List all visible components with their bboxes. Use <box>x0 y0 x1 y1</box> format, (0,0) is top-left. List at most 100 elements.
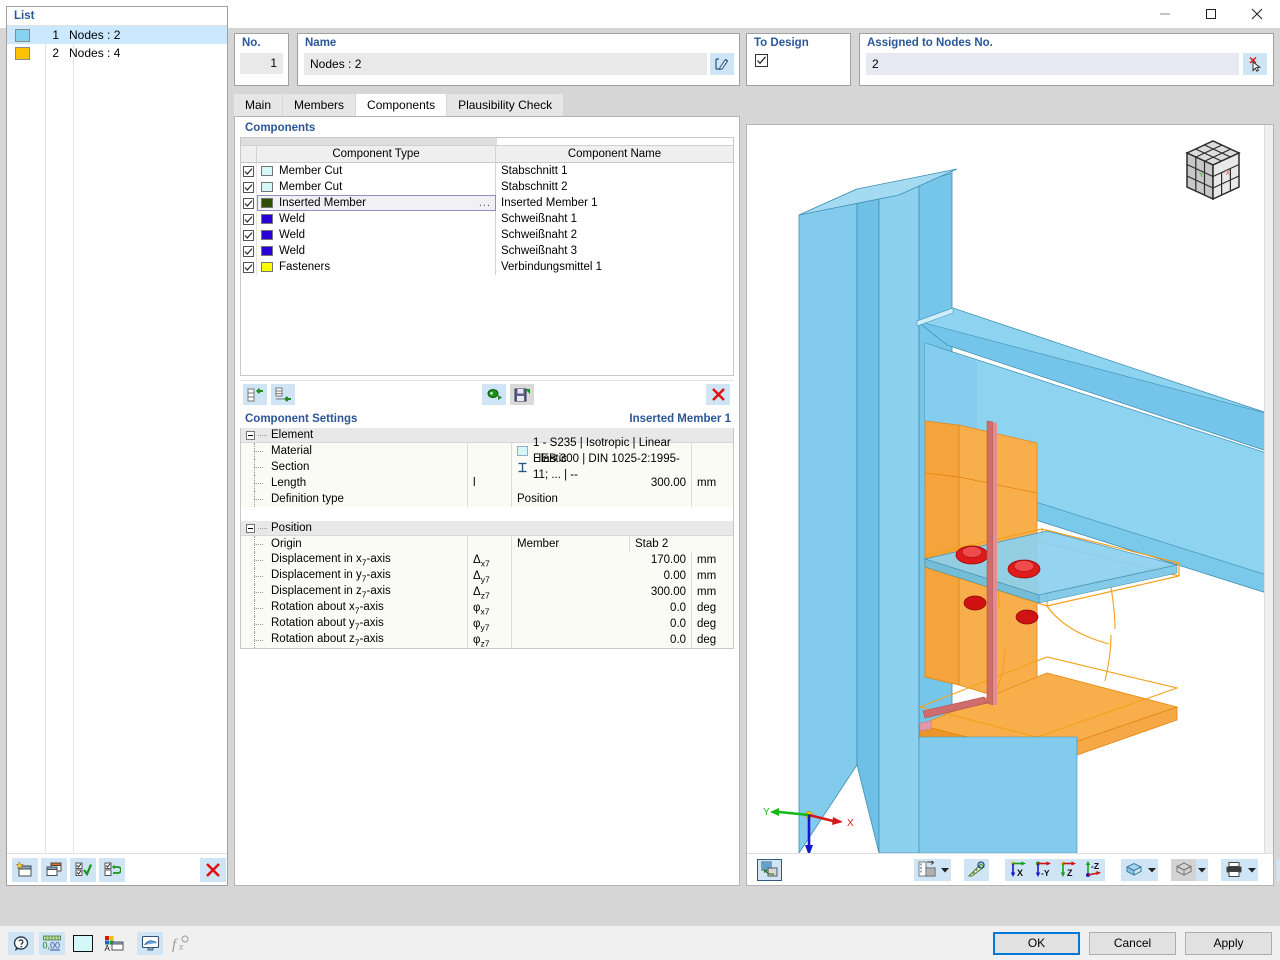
view-axis-z-icon[interactable]: Z <box>1055 858 1080 881</box>
insert-component-button[interactable] <box>243 384 267 405</box>
setting-value[interactable]: HEB 300 | DIN 1025-2:1995-11; ... | -- <box>512 453 691 481</box>
component-color-swatch <box>261 182 273 192</box>
tab-main[interactable]: Main <box>234 94 283 116</box>
tab-members[interactable]: Members <box>283 94 356 116</box>
setting-row-rotation-z[interactable]: Rotation about z7-axis φz7 0.0 deg <box>241 632 733 648</box>
table-row[interactable]: Member Cut Stabschnitt 1 <box>241 163 733 179</box>
display-properties-button[interactable] <box>914 858 939 881</box>
new-joint-button[interactable] <box>12 857 38 882</box>
settings-group-label: Element <box>271 429 314 441</box>
table-row[interactable]: Member Cut Stabschnitt 2 <box>241 179 733 195</box>
view-axis-minus-z-icon[interactable]: -Z <box>1080 858 1105 881</box>
setting-row-rotation-y[interactable]: Rotation about y7-axis φy7 0.0 deg <box>241 616 733 632</box>
select-all-button[interactable] <box>70 857 96 882</box>
table-row[interactable]: Weld Schweißnaht 2 <box>241 227 733 243</box>
pick-cursor-icon[interactable] <box>1243 53 1267 75</box>
table-row[interactable]: Weld Schweißnaht 3 <box>241 243 733 259</box>
table-row-selected[interactable]: Inserted Member... Inserted Member 1 <box>241 195 733 211</box>
solid-shading-icon[interactable] <box>1121 858 1146 881</box>
components-toolbar <box>240 380 734 405</box>
column-header-component-name[interactable]: Component Name <box>496 146 733 162</box>
tab-bar: Main Members Components Plausibility Che… <box>234 94 564 116</box>
row-component-name: Stabschnitt 1 <box>501 165 568 177</box>
row-checkbox[interactable] <box>241 227 257 243</box>
apply-button[interactable]: Apply <box>1185 931 1272 955</box>
setting-row-rotation-x[interactable]: Rotation about x7-axis φx7 0.0 deg <box>241 600 733 616</box>
wireframe-cube-icon[interactable] <box>1171 858 1196 881</box>
row-checkbox[interactable] <box>241 163 257 179</box>
delete-component-button[interactable] <box>706 384 730 405</box>
import-component-button[interactable] <box>482 384 506 405</box>
joint-number-field-group: No. 1 <box>234 33 289 86</box>
assigned-nodes-input[interactable]: 2 <box>866 53 1239 75</box>
cancel-button[interactable]: Cancel <box>1089 931 1176 955</box>
setting-value[interactable]: 0.0 <box>512 600 691 616</box>
setting-row-origin[interactable]: Origin Member Stab 2 <box>241 536 733 552</box>
setting-row-displacement-x[interactable]: Displacement in x7-axis Δx7 170.00 mm <box>241 552 733 568</box>
setting-label: Rotation about z7-axis <box>271 632 384 648</box>
tab-plausibility-check[interactable]: Plausibility Check <box>447 94 564 116</box>
minimize-button[interactable] <box>1142 0 1188 28</box>
setting-row-displacement-y[interactable]: Displacement in y7-axis Δy7 0.00 mm <box>241 568 733 584</box>
setting-value[interactable]: 0.0 <box>512 632 691 648</box>
viewport-scrollbar[interactable] <box>1264 125 1273 853</box>
column-header-component-type[interactable]: Component Type <box>257 146 496 162</box>
ok-button[interactable]: OK <box>993 931 1080 955</box>
svg-text:x: x <box>178 942 184 952</box>
color-swatch-button[interactable] <box>70 932 96 955</box>
chevron-down-icon[interactable] <box>1246 858 1258 881</box>
row-checkbox[interactable] <box>241 211 257 227</box>
settings-group-position[interactable]: Position <box>241 521 733 536</box>
view-axis-x-icon[interactable]: X <box>1005 858 1030 881</box>
row-checkbox[interactable] <box>241 243 257 259</box>
setting-unit <box>691 443 733 459</box>
model-viewport[interactable]: Y -X Y X Z <box>747 125 1273 853</box>
delete-joint-button[interactable] <box>200 857 226 882</box>
maximize-button[interactable] <box>1188 0 1234 28</box>
setting-value-secondary[interactable]: Stab 2 <box>630 536 733 552</box>
copy-joint-button[interactable] <box>41 857 67 882</box>
insert-component-below-button[interactable] <box>271 384 295 405</box>
tab-components[interactable]: Components <box>356 94 447 116</box>
display-settings-button[interactable]: A <box>101 932 127 955</box>
setting-value[interactable]: Position <box>512 491 691 507</box>
setting-value[interactable]: 0.00 <box>512 568 691 584</box>
setting-value[interactable]: 300.00 <box>512 584 691 600</box>
setting-value[interactable]: 170.00 <box>512 552 691 568</box>
collapse-icon[interactable] <box>246 523 255 533</box>
measure-button[interactable] <box>964 858 989 881</box>
invert-selection-button[interactable] <box>99 857 125 882</box>
setting-row-section[interactable]: Section HEB 300 | DIN 1025-2:1995-11; ..… <box>241 453 733 481</box>
view-axis-y-icon[interactable]: -Y <box>1030 858 1055 881</box>
setting-row-definition-type[interactable]: Definition type Position <box>241 491 733 507</box>
setting-value[interactable]: 300.00 <box>512 475 691 491</box>
chevron-down-icon[interactable] <box>939 858 951 881</box>
row-checkbox[interactable] <box>241 179 257 195</box>
decimal-places-button[interactable]: 0, 00 <box>39 931 65 955</box>
row-options-ellipsis[interactable]: ... <box>479 197 491 209</box>
close-button[interactable] <box>1234 0 1280 28</box>
setting-row-displacement-z[interactable]: Displacement in z7-axis Δz7 300.00 mm <box>241 584 733 600</box>
setting-value[interactable]: Member <box>512 536 630 552</box>
list-item[interactable]: 1 Nodes : 2 <box>7 26 227 44</box>
joint-name-input[interactable]: Nodes : 2 <box>304 53 707 75</box>
collapse-icon[interactable] <box>246 430 255 440</box>
table-row[interactable]: Weld Schweißnaht 1 <box>241 211 733 227</box>
edit-pencil-icon[interactable] <box>710 53 734 75</box>
row-checkbox[interactable] <box>241 259 257 275</box>
list-item[interactable]: 2 Nodes : 4 <box>7 44 227 62</box>
setting-row-length[interactable]: Length l 300.00 mm <box>241 475 733 491</box>
row-component-type: Member Cut <box>257 179 496 195</box>
chevron-down-icon[interactable] <box>1196 858 1208 881</box>
graphic-monitor-icon[interactable] <box>137 931 163 955</box>
table-row[interactable]: Fasteners Verbindungsmittel 1 <box>241 259 733 275</box>
chevron-down-icon[interactable] <box>1146 858 1158 881</box>
row-checkbox[interactable] <box>241 195 257 211</box>
to-design-checkbox[interactable] <box>755 54 768 67</box>
printer-icon[interactable] <box>1221 858 1246 881</box>
save-component-button[interactable] <box>510 384 534 405</box>
render-mode-button[interactable] <box>757 858 782 881</box>
setting-value[interactable]: 0.0 <box>512 616 691 632</box>
help-button[interactable] <box>8 931 34 955</box>
dialog-footer: 0, 00 A f x OK Cancel Apply <box>0 926 1280 960</box>
